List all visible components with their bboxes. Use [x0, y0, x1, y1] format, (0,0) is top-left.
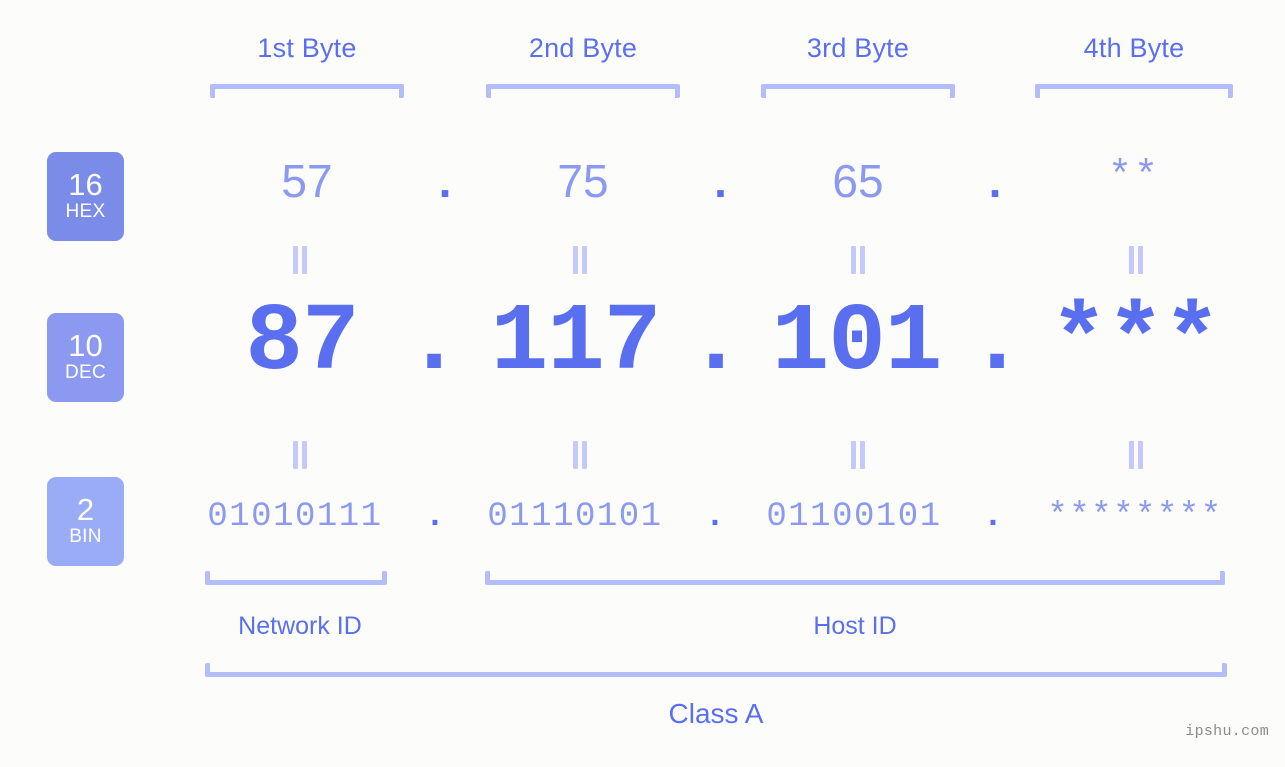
base-badge-bin: 2 BIN: [47, 477, 124, 566]
byte-bracket-2: [486, 84, 680, 98]
network-id-bracket: [205, 571, 387, 585]
byte-header-2: 2nd Byte: [528, 33, 638, 63]
equals-bar-dec-bin-4: [1126, 441, 1146, 469]
hex-separator-1: .: [438, 155, 452, 207]
hex-byte-4: **: [1107, 155, 1160, 200]
dec-byte-3: 101: [771, 288, 943, 397]
byte-header-1: 1st Byte: [257, 33, 357, 63]
byte-bracket-1: [210, 84, 404, 98]
bin-separator-3: .: [982, 498, 1004, 536]
bin-byte-1: 01010111: [207, 498, 383, 536]
host-id-bracket: [485, 571, 1225, 585]
equals-bar-dec-bin-2: [570, 441, 590, 469]
base-badge-dec-name: DEC: [64, 362, 106, 384]
base-badge-dec-number: 10: [68, 327, 103, 363]
bin-separator-1: .: [424, 498, 446, 536]
hex-separator-3: .: [988, 155, 1002, 207]
hex-separator-2: .: [714, 155, 727, 207]
equals-bar-hex-dec-1: [290, 246, 310, 274]
equals-bar-dec-bin-3: [848, 441, 868, 469]
byte-bracket-4: [1035, 84, 1233, 98]
byte-header-3: 3rd Byte: [806, 33, 910, 63]
bin-byte-4: ********: [1047, 498, 1223, 536]
class-label: Class A: [668, 698, 764, 729]
ip-breakdown-diagram: 1st Byte 2nd Byte 3rd Byte 4th Byte 16 H…: [0, 0, 1285, 767]
base-badge-hex-number: 16: [68, 166, 103, 202]
hex-byte-2: 75: [557, 155, 609, 207]
base-badge-hex-name: HEX: [65, 201, 106, 223]
equals-bar-dec-bin-1: [290, 441, 310, 469]
base-badge-bin-name: BIN: [69, 526, 102, 548]
dec-byte-2: 117: [490, 288, 662, 397]
dec-byte-4: ***: [1050, 288, 1221, 397]
host-id-label: Host ID: [813, 612, 897, 640]
site-watermark: ipshu.com: [1185, 723, 1269, 740]
hex-byte-1: 57: [281, 155, 333, 207]
equals-bar-hex-dec-4: [1126, 246, 1146, 274]
equals-bar-hex-dec-3: [848, 246, 868, 274]
bin-separator-2: .: [704, 498, 726, 536]
base-badge-hex: 16 HEX: [47, 152, 124, 241]
dec-separator-1: .: [405, 288, 463, 397]
bin-byte-2: 01110101: [487, 498, 663, 536]
dec-byte-1: 87: [245, 288, 359, 397]
byte-header-4: 4th Byte: [1083, 33, 1185, 63]
hex-byte-3: 65: [832, 155, 884, 207]
bin-byte-3: 01100101: [766, 498, 942, 536]
base-badge-bin-number: 2: [76, 491, 95, 527]
network-id-label: Network ID: [238, 612, 362, 640]
byte-bracket-3: [761, 84, 955, 98]
class-bracket: [205, 663, 1227, 677]
equals-bar-hex-dec-2: [570, 246, 590, 274]
dec-separator-3: .: [968, 288, 1026, 397]
dec-separator-2: .: [687, 288, 745, 397]
base-badge-dec: 10 DEC: [47, 313, 124, 402]
